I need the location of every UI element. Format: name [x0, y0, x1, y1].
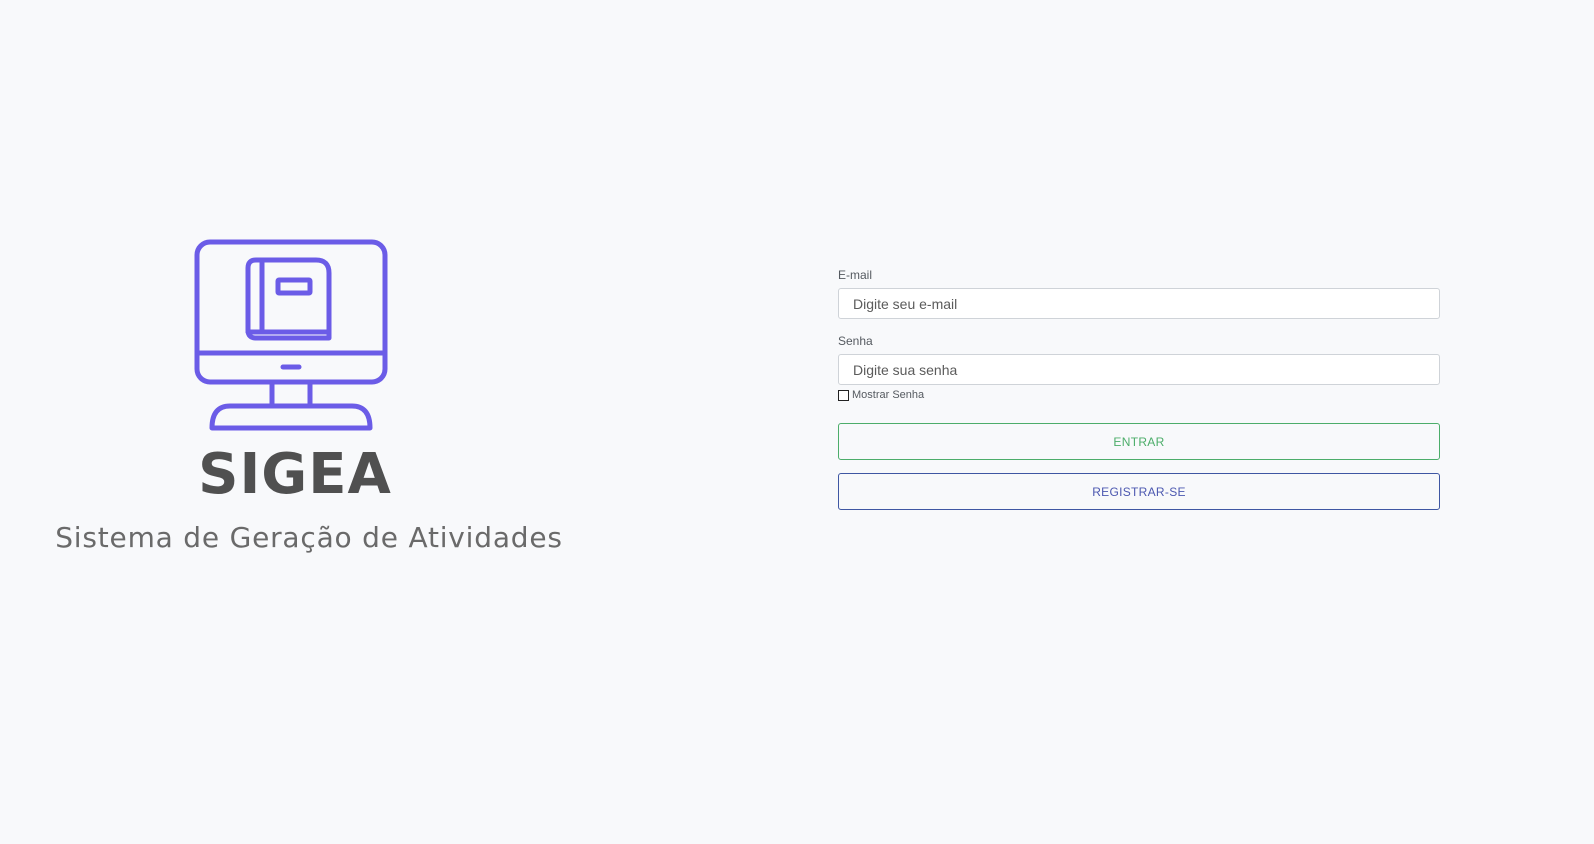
show-password-label: Mostrar Senha [852, 389, 925, 401]
email-label: E-mail [838, 268, 873, 282]
password-input[interactable] [838, 354, 1440, 385]
brand-name: SIGEA [198, 442, 392, 507]
email-group: E-mail [838, 268, 1440, 320]
brand-panel: SIGEA Sistema de Geração de Atividades [0, 0, 620, 844]
brand-tagline: Sistema de Geração de Atividades [55, 521, 563, 554]
register-button[interactable]: REGISTRAR-SE [838, 473, 1440, 510]
show-password-checkbox[interactable] [838, 389, 849, 401]
password-group: Senha [838, 334, 1440, 385]
enter-button[interactable]: ENTRAR [838, 423, 1440, 460]
email-input[interactable] [838, 288, 1440, 319]
login-form: E-mail Senha Mostrar Senha ENTRAR REGIST… [838, 268, 1440, 510]
password-label: Senha [838, 334, 873, 348]
show-password-toggle[interactable]: Mostrar Senha [838, 387, 1440, 403]
monitor-book-icon [194, 239, 388, 431]
